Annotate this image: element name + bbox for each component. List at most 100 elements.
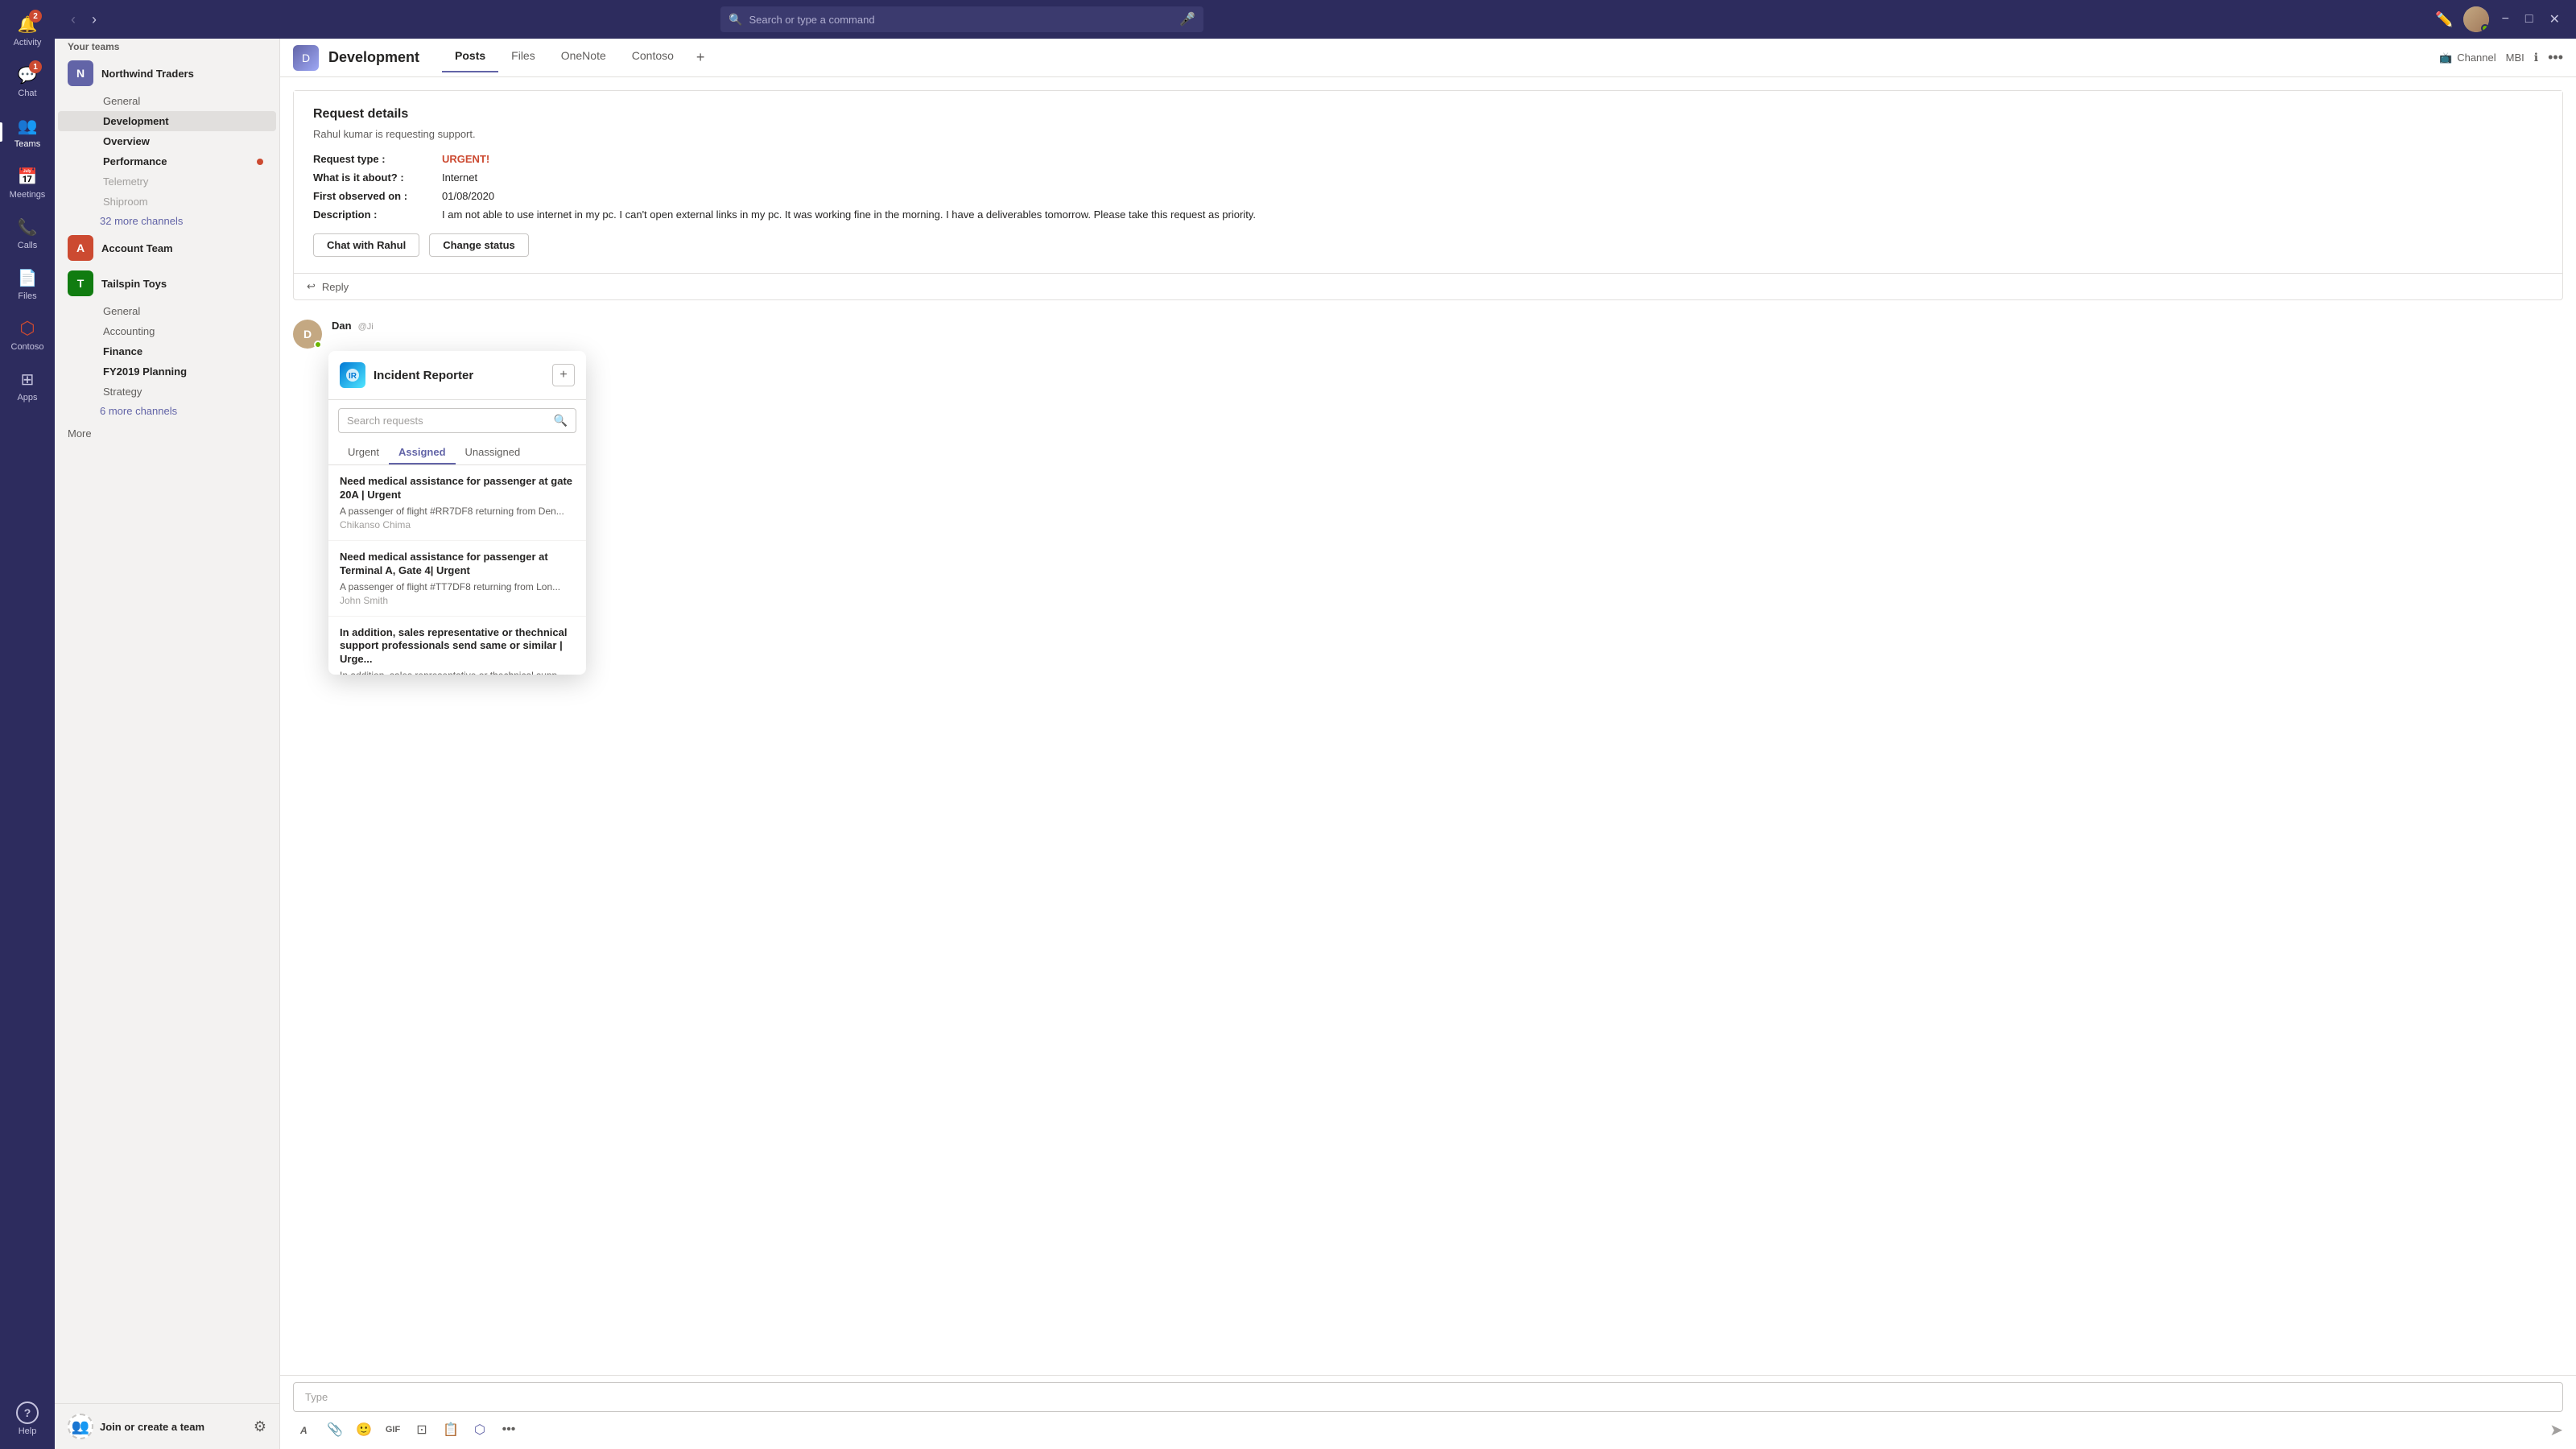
chat-icon: 💬 1 (16, 64, 39, 86)
add-tab-button[interactable]: + (687, 43, 715, 72)
channel-performance[interactable]: Performance (58, 151, 254, 171)
more-channels-northwind[interactable]: 32 more channels (55, 212, 279, 230)
app-bar-contoso[interactable]: ⬡ Contoso (0, 311, 55, 358)
incident-reporter-logo: IR (340, 362, 365, 388)
item-author-1: Chikanso Chima (340, 519, 575, 530)
channel-shiproom[interactable]: Shiproom (58, 192, 276, 212)
reply-label: Reply (322, 281, 349, 293)
item-author-2: John Smith (340, 595, 575, 606)
channel-strategy[interactable]: Strategy (58, 382, 276, 402)
popup-search-input[interactable] (347, 415, 547, 427)
attach-tool[interactable]: 📎 (322, 1417, 348, 1443)
send-button[interactable]: ➤ (2549, 1420, 2563, 1440)
tab-contoso[interactable]: Contoso (619, 43, 687, 72)
help-icon: ? (16, 1402, 39, 1424)
app-bar-files[interactable]: 📄 Files (0, 260, 55, 308)
format-tool[interactable]: A (293, 1417, 319, 1443)
contoso-label: Contoso (11, 342, 44, 352)
list-item[interactable]: Need medical assistance for passenger at… (328, 541, 586, 617)
change-status-button[interactable]: Change status (429, 233, 529, 257)
activity-icon: 🔔 2 (16, 13, 39, 35)
northwind-icon: N (68, 60, 93, 86)
compose-input[interactable]: Type (293, 1382, 2563, 1412)
close-button[interactable]: ✕ (2546, 8, 2563, 31)
tab-posts[interactable]: Posts (442, 43, 498, 72)
mbi-button[interactable]: MBI (2506, 52, 2524, 64)
compose-placeholder: Type (305, 1391, 328, 1403)
team-account-team[interactable]: A Account Team ••• (58, 230, 276, 266)
topbar-right: ✏️ − □ ✕ (2435, 6, 2563, 32)
chat-with-rahul-button[interactable]: Chat with Rahul (313, 233, 419, 257)
more-tools[interactable]: ••• (496, 1417, 522, 1443)
incident-reporter-popup: IR Incident Reporter + 🔍 Urgent Assigned… (328, 351, 586, 675)
channel-accounting[interactable]: Accounting (58, 321, 276, 341)
meeting-notes-tool[interactable]: 📋 (438, 1417, 464, 1443)
more-options-icon[interactable]: ••• (2548, 49, 2563, 66)
team-tailspin[interactable]: T Tailspin Toys ••• (58, 266, 276, 301)
channel-general[interactable]: General (58, 91, 276, 111)
app-bar-teams[interactable]: 👥 Teams (0, 108, 55, 155)
posts-area[interactable]: Request details Rahul kumar is requestin… (280, 77, 2576, 1375)
info-icon[interactable]: ℹ (2534, 51, 2538, 64)
mic-icon[interactable]: 🎤 (1179, 11, 1195, 27)
restore-button[interactable]: □ (2522, 9, 2537, 30)
channel-development[interactable]: Development (58, 111, 276, 131)
forward-button[interactable]: › (89, 8, 100, 31)
account-team-name: Account Team (101, 242, 253, 254)
popup-tab-assigned[interactable]: Assigned (389, 441, 456, 464)
reply-icon: ↩ (307, 280, 316, 293)
channel-fy2019[interactable]: FY2019 Planning (58, 361, 276, 382)
app-bar-apps[interactable]: ⊞ Apps (0, 361, 55, 409)
channel-telemetry[interactable]: Telemetry (58, 171, 276, 192)
app-bar-help[interactable]: ? Help (16, 1395, 39, 1443)
app-bar: 🔔 2 Activity 💬 1 Chat 👥 Teams 📅 Meetings… (0, 0, 55, 1449)
reply-button[interactable]: ↩ Reply (294, 273, 2562, 299)
svg-text:A: A (299, 1425, 308, 1436)
join-team-button[interactable]: 👥 Join or create a team (68, 1414, 204, 1439)
help-label: Help (19, 1426, 37, 1436)
item-title-3: In addition, sales representative or the… (340, 626, 575, 667)
search-bar[interactable]: 🔍 🎤 (720, 6, 1203, 32)
channel-finance[interactable]: Finance (58, 341, 276, 361)
app-bar-calls[interactable]: 📞 Calls (0, 209, 55, 257)
item-title-2: Need medical assistance for passenger at… (340, 551, 575, 578)
popup-tab-urgent[interactable]: Urgent (338, 441, 389, 464)
item-title-1: Need medical assistance for passenger at… (340, 475, 575, 502)
popup-search[interactable]: 🔍 (338, 408, 576, 433)
search-input[interactable] (749, 14, 1173, 26)
account-team-icon: A (68, 235, 93, 261)
sticker-tool[interactable]: ⊡ (409, 1417, 435, 1443)
extension-tool[interactable]: ⬡ (467, 1417, 493, 1443)
compose-button[interactable]: ✏️ (2435, 11, 2453, 28)
tab-onenote[interactable]: OneNote (548, 43, 619, 72)
user-avatar[interactable] (2463, 6, 2489, 32)
field-label-about: What is it about? : (313, 171, 442, 184)
join-team-icon: 👥 (68, 1414, 93, 1439)
emoji-tool[interactable]: 🙂 (351, 1417, 377, 1443)
team-northwind[interactable]: N Northwind Traders ••• (58, 56, 276, 91)
gif-tool[interactable]: GIF (380, 1417, 406, 1443)
sidebar-footer: 👥 Join or create a team ⚙ (55, 1403, 279, 1449)
main-content: D Development Posts Files OneNote Contos… (280, 39, 2576, 1449)
tab-files[interactable]: Files (498, 43, 548, 72)
app-bar-meetings[interactable]: 📅 Meetings (0, 159, 55, 206)
channel-tailspin-general[interactable]: General (58, 301, 276, 321)
compose-bar: Type A 📎 🙂 GIF ⊡ 📋 ⬡ ••• ➤ (280, 1375, 2576, 1449)
compose-toolbar: A 📎 🙂 GIF ⊡ 📋 ⬡ ••• ➤ (293, 1412, 2563, 1443)
popup-close-button[interactable]: + (552, 364, 575, 386)
channel-view-button[interactable]: 📺 Channel (2439, 52, 2496, 64)
more-channels-tailspin[interactable]: 6 more channels (55, 402, 279, 420)
list-item[interactable]: In addition, sales representative or the… (328, 617, 586, 675)
popup-tab-unassigned[interactable]: Unassigned (456, 441, 530, 464)
chat-badge: 1 (29, 60, 42, 73)
more-label[interactable]: More (68, 427, 92, 440)
app-bar-chat[interactable]: 💬 1 Chat (0, 57, 55, 105)
minimize-button[interactable]: − (2499, 9, 2512, 30)
settings-icon[interactable]: ⚙ (254, 1418, 266, 1435)
apps-icon: ⊞ (16, 368, 39, 390)
list-item[interactable]: Need medical assistance for passenger at… (328, 465, 586, 541)
activity-label: Activity (14, 38, 42, 47)
app-bar-activity[interactable]: 🔔 2 Activity (0, 6, 55, 54)
back-button[interactable]: ‹ (68, 8, 79, 31)
channel-overview[interactable]: Overview (58, 131, 276, 151)
